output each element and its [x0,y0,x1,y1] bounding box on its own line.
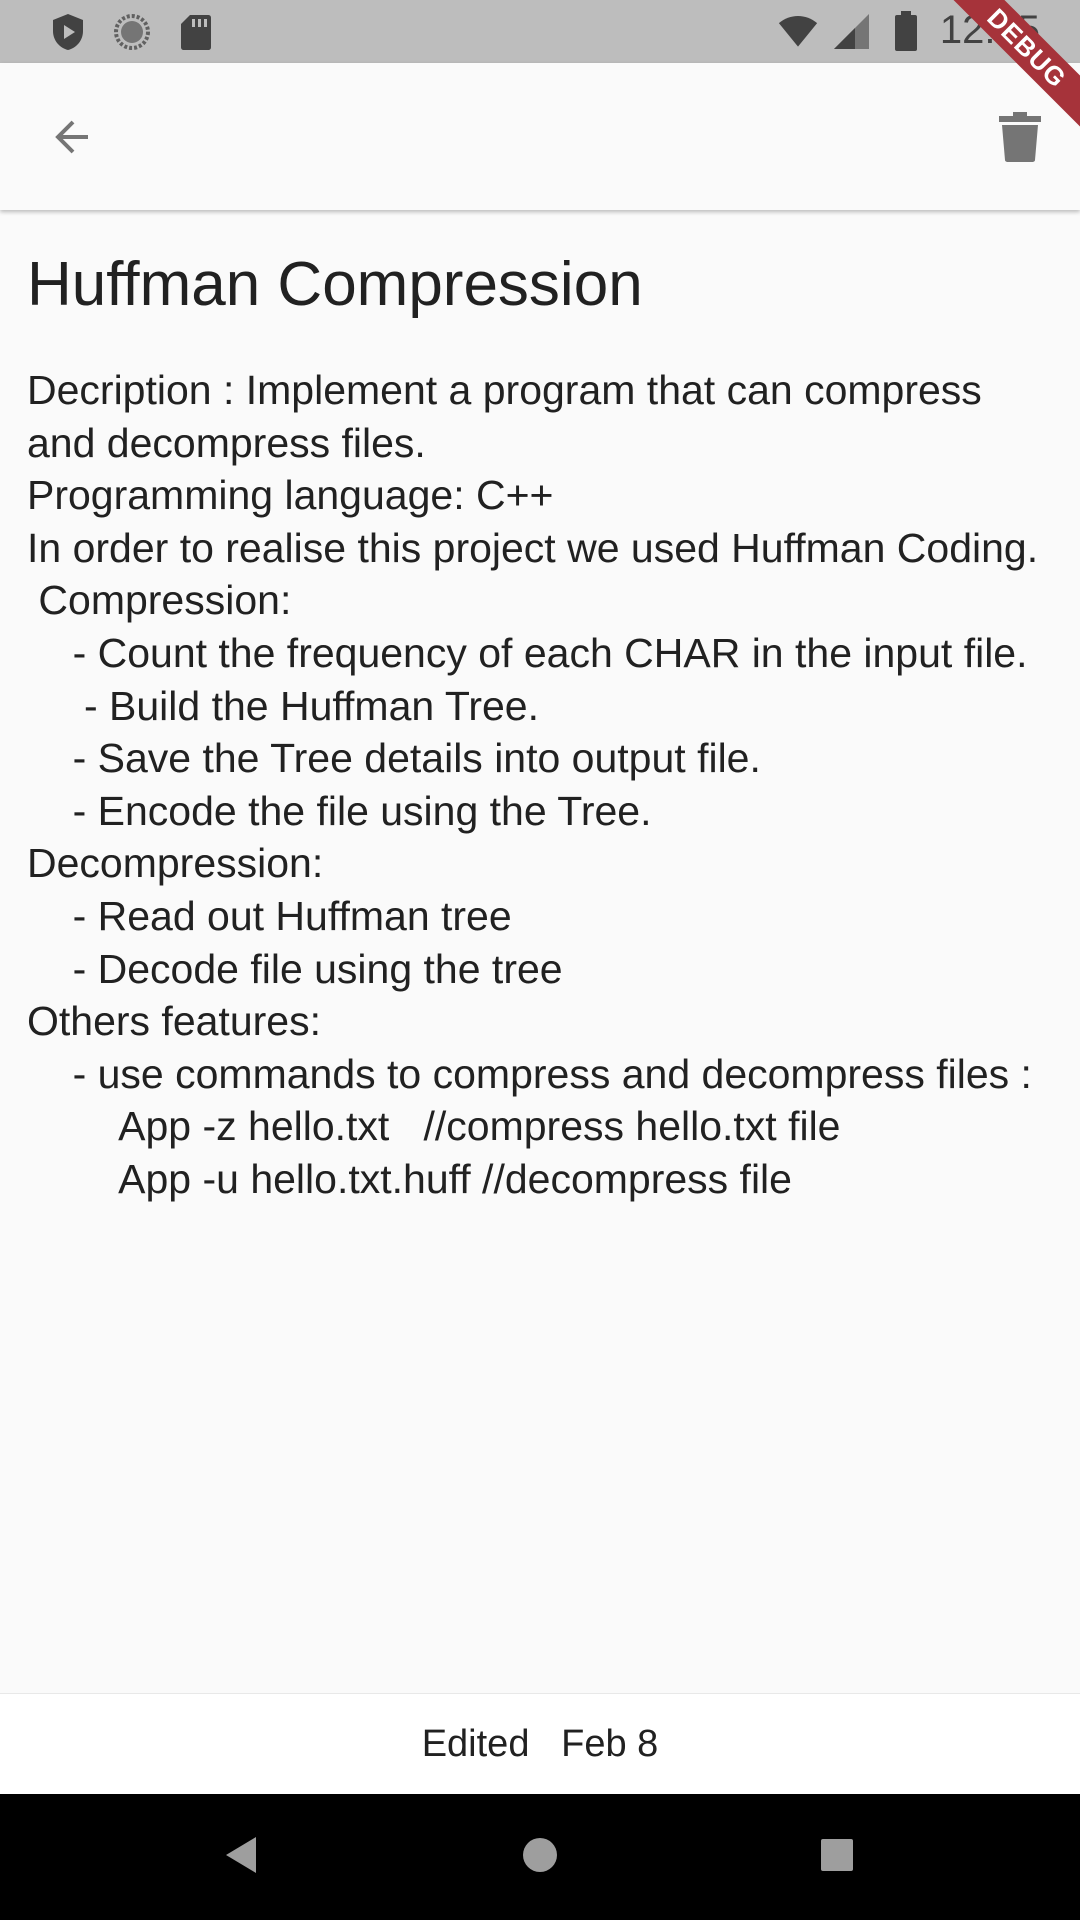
battery-icon [886,9,926,53]
delete-button[interactable] [988,103,1052,175]
trash-icon [999,111,1041,167]
nav-home-button[interactable] [510,1827,570,1887]
status-bar: 12:05 [0,0,1080,63]
back-triangle-icon [223,1835,259,1880]
note-footer: Edited Feb 8 [0,1693,1080,1794]
cell-signal-icon [832,9,872,53]
edited-date-label: Edited Feb 8 [421,1722,659,1765]
nav-back-button[interactable] [211,1827,271,1887]
nav-recents-button[interactable] [807,1827,867,1887]
shield-icon [48,10,88,54]
app-bar [0,63,1080,210]
note-title[interactable]: Huffman Compression [27,240,1053,330]
wifi-icon [778,9,818,53]
note-content: Huffman Compression Decription : Impleme… [27,240,1053,1206]
status-left-icons [48,10,216,54]
arrow-back-icon [48,113,96,166]
sd-card-icon [176,10,216,54]
back-button[interactable] [40,107,104,171]
note-body[interactable]: Decription : Implement a program that ca… [27,364,1053,1206]
home-circle-icon [520,1835,560,1880]
recents-square-icon [819,1837,855,1878]
note-detail-screen: 12:05 DEBUG Huffman Compression Decripti… [0,0,1080,1920]
sync-icon [112,10,152,54]
system-nav-bar [0,1794,1080,1920]
